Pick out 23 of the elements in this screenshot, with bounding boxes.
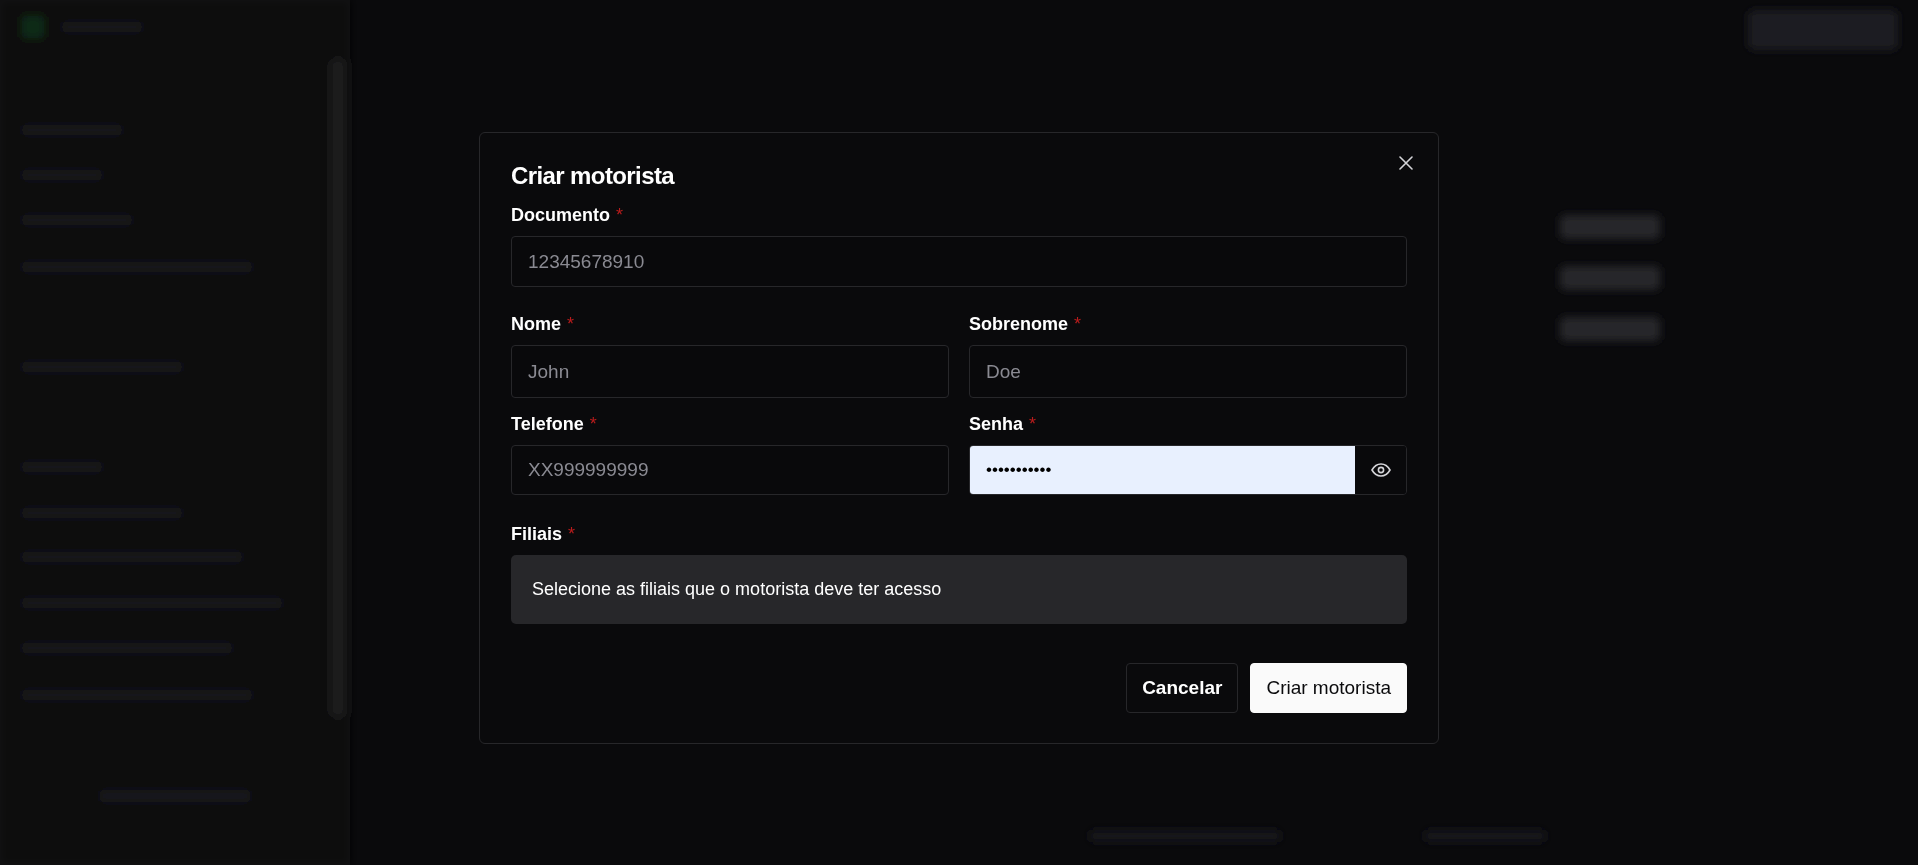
text-field[interactable]: XX999999999: [511, 445, 949, 495]
dialog-title: Criar motorista: [511, 161, 675, 191]
close-button[interactable]: [1396, 153, 1416, 173]
branch-message: Selecione as filiais que o motorista deve ter acesso: [532, 578, 942, 601]
required-mark: *: [589, 412, 597, 436]
create-button[interactable]: Criar motorista: [1250, 663, 1407, 713]
field-label: Telefone: [511, 412, 584, 436]
required-mark: *: [567, 312, 575, 336]
required-mark: *: [1074, 312, 1082, 336]
cancel-button[interactable]: Cancelar: [1126, 663, 1239, 713]
field-label: Filiais: [511, 522, 563, 546]
text-field[interactable]: 12345678910: [511, 236, 1407, 287]
required-mark: *: [568, 522, 576, 546]
branch-selector[interactable]: Selecione as filiais que o motorista deve ter acesso: [511, 555, 1407, 624]
field-label: Senha: [969, 412, 1024, 436]
text-field[interactable]: John: [511, 345, 949, 398]
field-label: Documento: [511, 203, 610, 227]
text-field[interactable]: Doe: [969, 345, 1407, 398]
close-icon: [1399, 156, 1413, 170]
required-mark: *: [1029, 412, 1037, 436]
field-label: Sobrenome: [969, 312, 1069, 336]
required-mark: *: [616, 203, 623, 227]
field-label: Nome: [511, 312, 561, 336]
